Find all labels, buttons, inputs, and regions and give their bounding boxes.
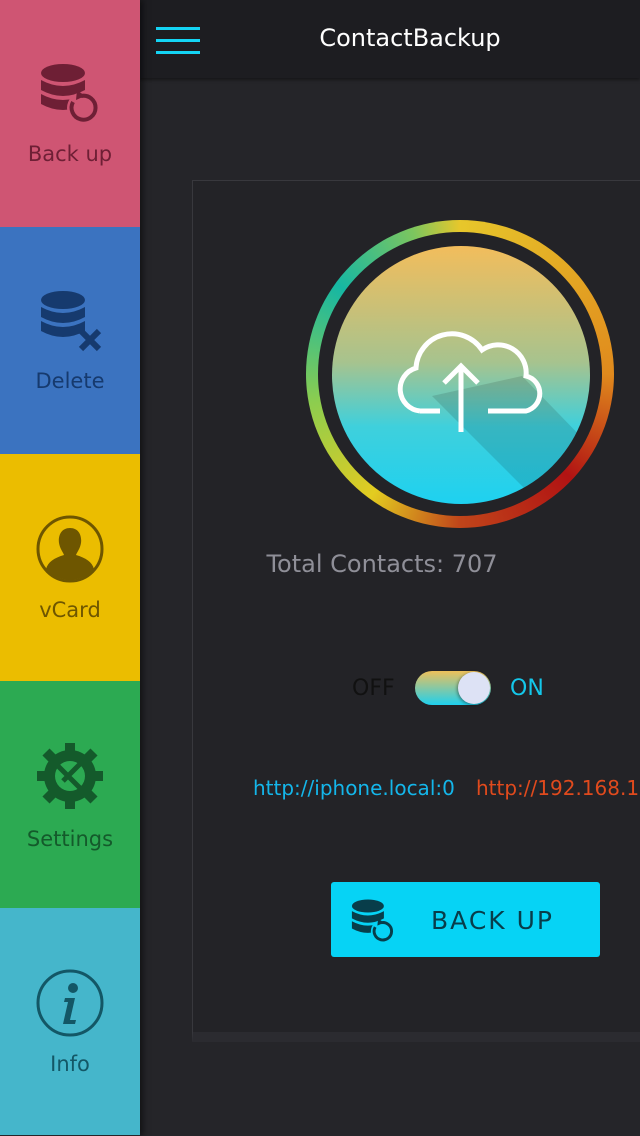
sidebar-item-label: Delete	[35, 368, 105, 393]
sidebar: Back up Delete vCard Settings Info	[0, 0, 140, 1136]
database-delete-icon	[41, 290, 102, 351]
sidebar-item-backup[interactable]: Back up	[0, 0, 140, 227]
sidebar-item-delete[interactable]: Delete	[0, 227, 140, 454]
sidebar-item-vcard[interactable]: vCard	[0, 454, 140, 681]
backup-button[interactable]: BACK UP	[331, 882, 600, 957]
local-url-link[interactable]: http://iphone.local:0	[253, 776, 455, 800]
server-toggle[interactable]	[415, 671, 491, 705]
backup-cloud-button[interactable]	[332, 246, 590, 504]
info-icon	[36, 969, 104, 1036]
total-contacts: Total Contacts: 707	[266, 550, 498, 578]
backup-button-label: BACK UP	[431, 906, 554, 935]
database-backup-icon	[351, 899, 395, 944]
toggle-on-label: ON	[510, 676, 544, 701]
sidebar-item-info[interactable]: Info	[0, 908, 140, 1135]
cloud-upload-icon	[397, 331, 590, 504]
settings-icon	[37, 742, 103, 809]
sidebar-item-label: Back up	[27, 141, 113, 166]
sidebar-item-label: Settings	[26, 826, 114, 851]
user-icon	[36, 515, 104, 582]
ip-url-link[interactable]: http://192.168.1.	[476, 776, 640, 800]
toggle-off-label: OFF	[352, 676, 395, 701]
sidebar-item-settings[interactable]: Settings	[0, 681, 140, 908]
header: ContactBackup	[140, 0, 640, 78]
sidebar-item-label: vCard	[39, 597, 101, 622]
sidebar-item-label: Info	[50, 1051, 90, 1076]
database-backup-icon	[41, 63, 99, 124]
page-title: ContactBackup	[319, 24, 501, 52]
